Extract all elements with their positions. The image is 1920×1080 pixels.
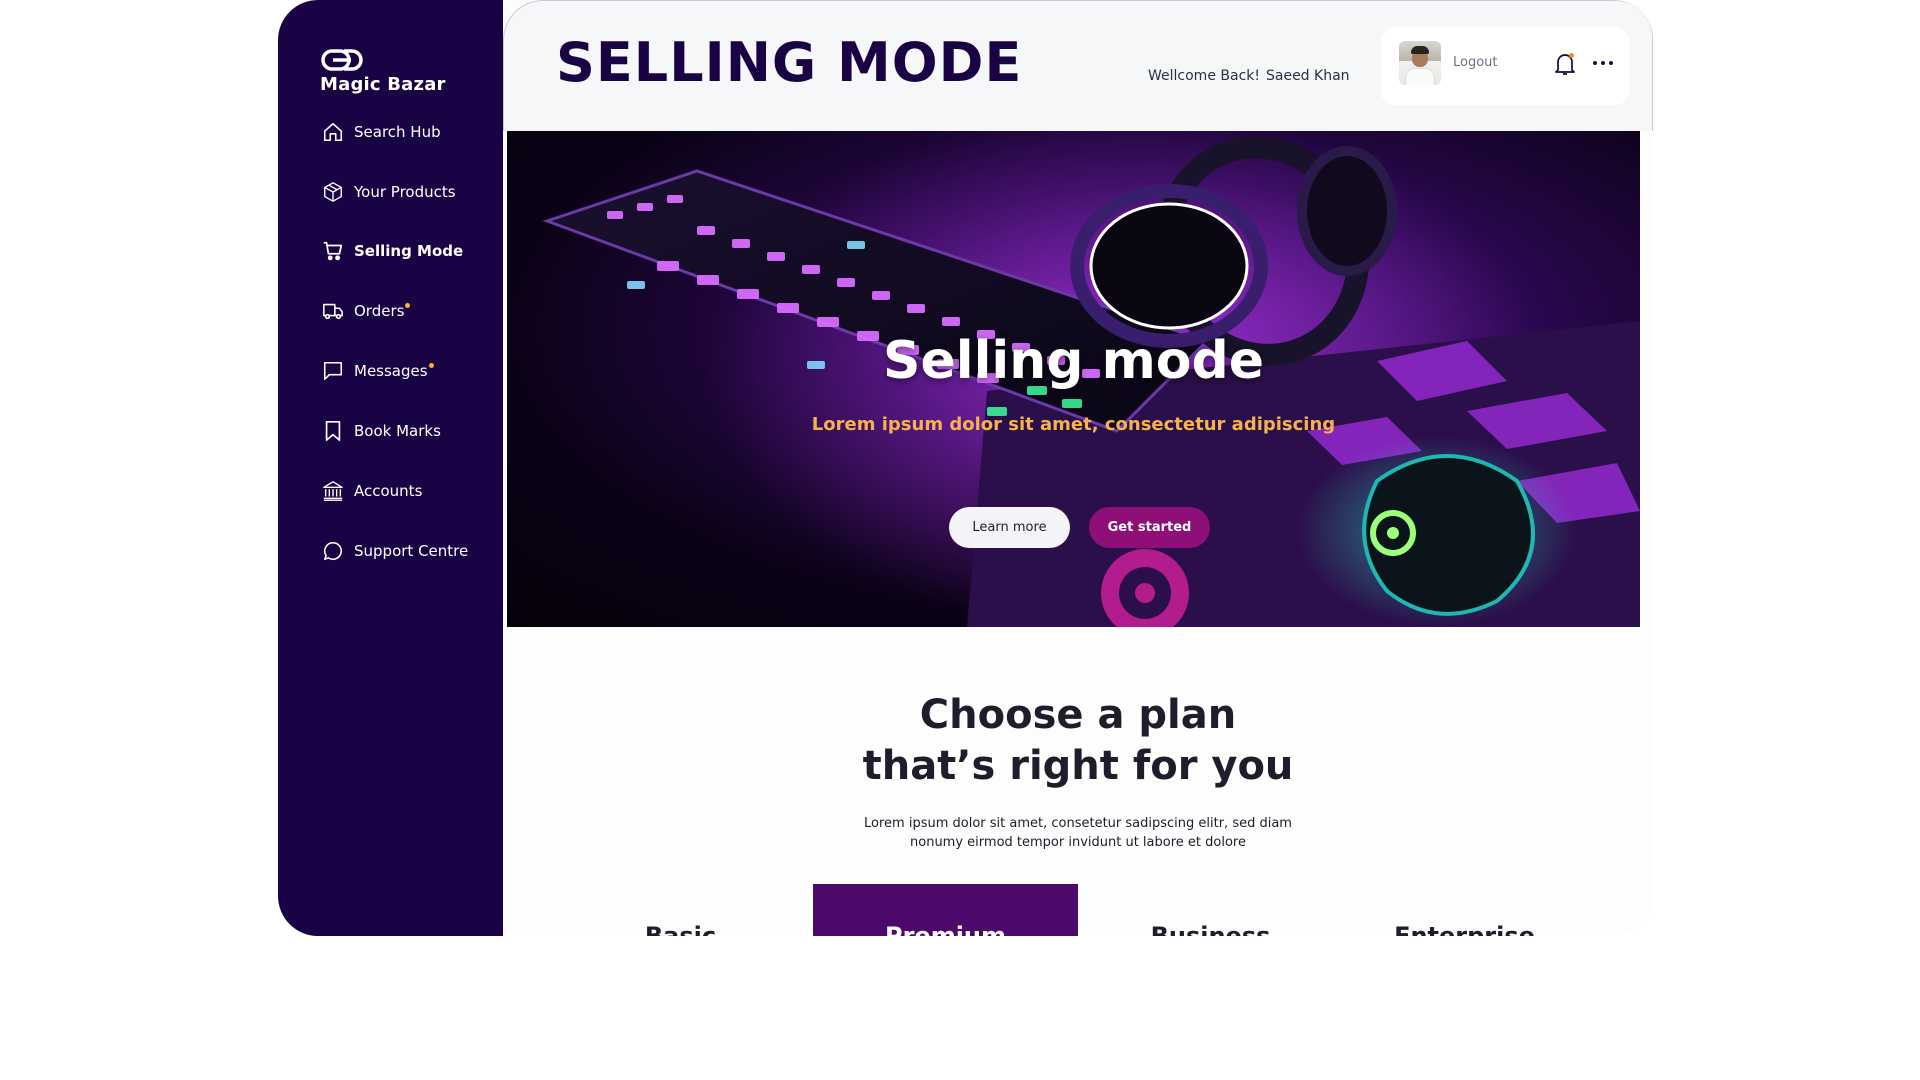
plan-tabs: Basic Premium Business Enterprise: [503, 884, 1653, 936]
logo[interactable]: Magic Bazar: [320, 48, 446, 95]
notification-dot: [428, 363, 434, 368]
plans-heading-line-2: that’s right for you: [862, 743, 1294, 789]
dot-icon: [1601, 61, 1605, 65]
sidebar-item-label: Messages: [354, 362, 434, 380]
sidebar-item-label: Support Centre: [354, 542, 469, 560]
sidebar-item-orders[interactable]: Orders: [322, 299, 502, 323]
bookmark-icon: [322, 420, 344, 442]
sidebar-item-label: Search Hub: [354, 123, 441, 141]
plan-tab-enterprise[interactable]: Enterprise: [1332, 884, 1597, 936]
sidebar-item-label: Selling Mode: [354, 242, 464, 260]
app-frame: Magic Bazar Search Hub Your Products Sel…: [278, 0, 1653, 936]
sidebar-item-selling-mode[interactable]: Selling Mode: [322, 239, 502, 263]
notification-dot: [1569, 53, 1574, 58]
notification-dot: [405, 303, 411, 308]
sidebar-item-label: Book Marks: [354, 422, 441, 440]
user-card: Logout: [1381, 27, 1629, 105]
logo-text: Magic Bazar: [320, 74, 446, 95]
plans-description-line-2: nonumy eirmod tempor invidunt ut labore …: [910, 835, 1246, 850]
plans-heading: Choose a plan that’s right for you: [503, 690, 1653, 792]
truck-icon: [322, 300, 344, 322]
plans-description-line-1: Lorem ipsum dolor sit amet, consetetur s…: [864, 816, 1292, 831]
logout-link[interactable]: Logout: [1453, 55, 1498, 70]
topbar: SELLING MODE Wellcome Back! Saeed Khan Lo…: [503, 0, 1653, 131]
logo-icon: [321, 49, 363, 71]
sidebar-item-label: Orders: [354, 302, 411, 320]
plan-tab-business[interactable]: Business: [1078, 884, 1343, 936]
sidebar-item-messages[interactable]: Messages: [322, 359, 502, 383]
avatar-body: [1405, 68, 1435, 85]
sidebar-nav: Search Hub Your Products Selling Mode Or…: [322, 120, 502, 599]
chat-icon: [322, 540, 344, 562]
box-icon: [322, 181, 344, 203]
get-started-button[interactable]: Get started: [1089, 507, 1210, 548]
sidebar-item-support-centre[interactable]: Support Centre: [322, 539, 502, 563]
sidebar-item-label: Your Products: [354, 183, 456, 201]
bank-icon: [322, 480, 344, 502]
plan-tab-premium[interactable]: Premium: [813, 884, 1078, 936]
avatar[interactable]: [1399, 41, 1441, 85]
welcome-message: Wellcome Back! Saeed Khan: [1148, 68, 1350, 84]
home-icon: [322, 121, 344, 143]
hero-title: Selling mode: [883, 331, 1264, 391]
welcome-text: Wellcome Back!: [1148, 68, 1260, 84]
hero-banner: Selling mode Lorem ipsum dolor sit amet,…: [507, 131, 1640, 627]
dot-icon: [1609, 61, 1613, 65]
bell-icon[interactable]: [1553, 51, 1577, 77]
plans-heading-line-1: Choose a plan: [919, 692, 1237, 738]
plan-tab-basic[interactable]: Basic: [548, 884, 813, 936]
sidebar-item-search-hub[interactable]: Search Hub: [322, 120, 502, 144]
learn-more-button[interactable]: Learn more: [949, 507, 1070, 548]
sidebar-item-label: Accounts: [354, 482, 423, 500]
avatar-hair: [1411, 46, 1429, 54]
main-content: SELLING MODE Wellcome Back! Saeed Khan Lo…: [503, 0, 1653, 936]
sidebar-item-book-marks[interactable]: Book Marks: [322, 419, 502, 443]
more-options-icon[interactable]: [1593, 55, 1613, 71]
message-icon: [322, 360, 344, 382]
cart-icon: [322, 240, 344, 262]
plans-description: Lorem ipsum dolor sit amet, consetetur s…: [503, 814, 1653, 852]
user-name: Saeed Khan: [1265, 68, 1350, 84]
page-title: SELLING MODE: [556, 31, 1023, 94]
messages-label-text: Messages: [354, 362, 428, 380]
hero-subtitle: Lorem ipsum dolor sit amet, consectetur …: [811, 414, 1336, 435]
sidebar: Magic Bazar Search Hub Your Products Sel…: [278, 0, 503, 936]
dot-icon: [1593, 61, 1597, 65]
sidebar-item-accounts[interactable]: Accounts: [322, 479, 502, 503]
orders-label-text: Orders: [354, 302, 405, 320]
sidebar-item-your-products[interactable]: Your Products: [322, 180, 502, 204]
